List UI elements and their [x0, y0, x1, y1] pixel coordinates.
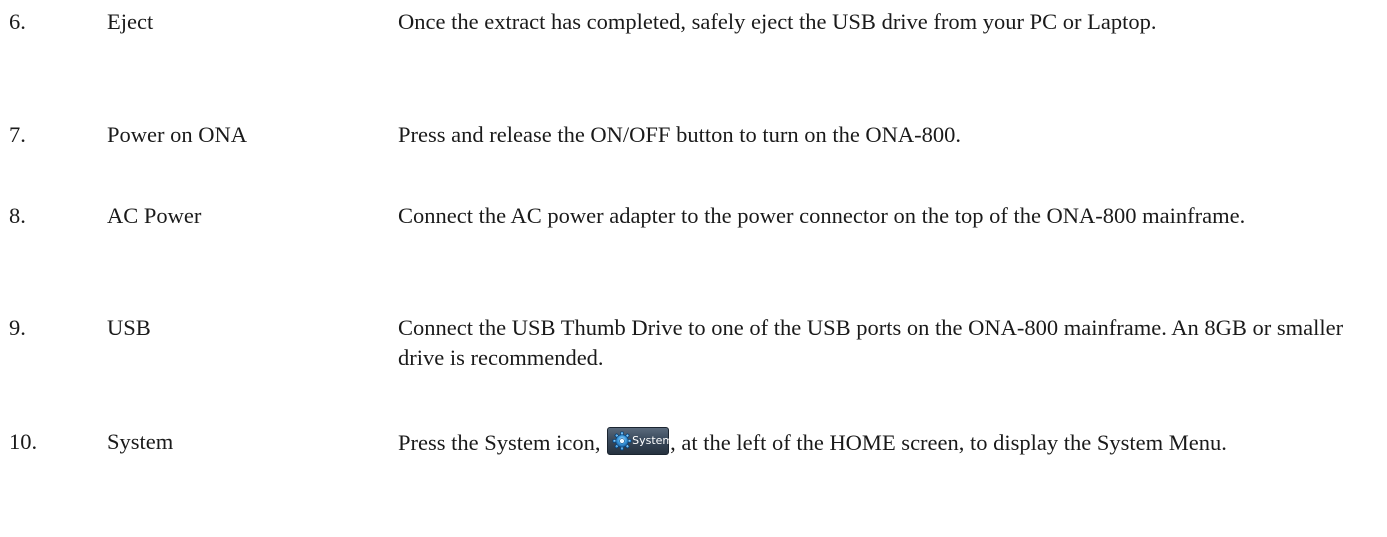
step-title: USB	[107, 315, 151, 340]
step-title: Power on ONA	[107, 122, 247, 147]
step-number: 9.	[9, 315, 26, 340]
step-title: System	[107, 429, 174, 454]
system-icon-label: System	[632, 434, 674, 447]
gear-icon	[612, 431, 632, 451]
step-description-after-icon: , at the left of the HOME screen, to dis…	[670, 430, 1227, 455]
step-number: 7.	[9, 122, 26, 147]
step-number: 10.	[9, 429, 38, 454]
step-description: Connect the AC power adapter to the powe…	[398, 203, 1246, 228]
step-description: Connect the USB Thumb Drive to one of th…	[398, 315, 1344, 370]
step-description: Press and release the ON/OFF button to t…	[398, 122, 962, 147]
step-number: 8.	[9, 203, 26, 228]
step-description-before-icon: Press the System icon,	[398, 430, 607, 455]
system-button-icon: System	[607, 427, 673, 455]
step-description: Press the System icon, System , at the l…	[398, 427, 1358, 458]
step-number: 6.	[9, 9, 26, 34]
step-title: Eject	[107, 9, 154, 34]
step-description: Once the extract has completed, safely e…	[398, 9, 1157, 34]
step-title: AC Power	[107, 203, 202, 228]
